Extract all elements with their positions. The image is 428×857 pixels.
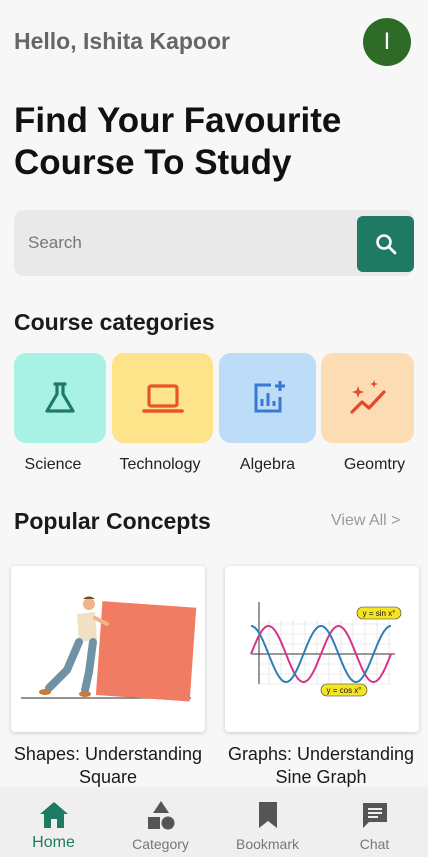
laptop-icon — [141, 384, 184, 413]
category-label-technology: Technology — [119, 456, 201, 473]
page-title: Find Your Favourite Course To Study — [14, 101, 342, 182]
concept-card-square[interactable] — [11, 566, 205, 732]
header: Hello, Ishita Kapoor I — [0, 0, 428, 84]
concept-card-sine-graph[interactable]: y = sin x° y = cos x° — [225, 566, 419, 732]
sine-graph-illustration: y = sin x° y = cos x° — [250, 602, 402, 697]
square-pushing-illustration — [21, 596, 197, 702]
home-icon — [39, 802, 68, 828]
nav-home[interactable]: Home — [0, 787, 107, 857]
chart-add-icon — [254, 381, 285, 413]
search-input[interactable] — [28, 230, 348, 256]
bookmark-icon — [258, 802, 277, 828]
search-bar — [14, 210, 414, 276]
concept-title-sine-graph: Graphs: Understanding Sine Graph — [227, 744, 415, 787]
nav-category[interactable]: Category — [107, 787, 214, 857]
avatar[interactable]: I — [363, 18, 411, 66]
category-algebra[interactable] — [219, 353, 316, 443]
sparkle-trend-icon — [349, 380, 386, 414]
category-label-geometry: Geomtry — [343, 456, 406, 473]
cos-label: y = cos x° — [327, 686, 362, 695]
popular-title: Popular Concepts — [14, 508, 211, 534]
sin-label: y = sin x° — [363, 609, 396, 618]
search-button[interactable] — [357, 216, 414, 272]
greeting-text: Hello, Ishita Kapoor — [14, 28, 230, 54]
flask-icon — [45, 382, 75, 413]
nav-bookmark[interactable]: Bookmark — [214, 787, 321, 857]
nav-label-chat: Chat — [359, 836, 390, 852]
view-all-link[interactable]: View All > — [331, 512, 401, 530]
categories-title: Course categories — [14, 309, 215, 335]
bottom-nav: Home Category Bookmark Chat — [0, 787, 428, 857]
nav-label-category: Category — [132, 836, 189, 852]
nav-label-home: Home — [32, 834, 75, 851]
shapes-icon — [147, 801, 174, 830]
category-technology[interactable] — [112, 353, 213, 443]
concept-title-square: Shapes: Understanding Square — [13, 744, 203, 787]
nav-chat[interactable]: Chat — [321, 787, 428, 857]
category-label-algebra: Algebra — [239, 456, 296, 473]
nav-label-bookmark: Bookmark — [235, 836, 300, 852]
category-geometry[interactable] — [321, 353, 414, 443]
category-science[interactable] — [14, 353, 106, 443]
search-icon — [375, 234, 396, 255]
category-label-science: Science — [24, 456, 82, 473]
chat-icon — [362, 803, 387, 828]
